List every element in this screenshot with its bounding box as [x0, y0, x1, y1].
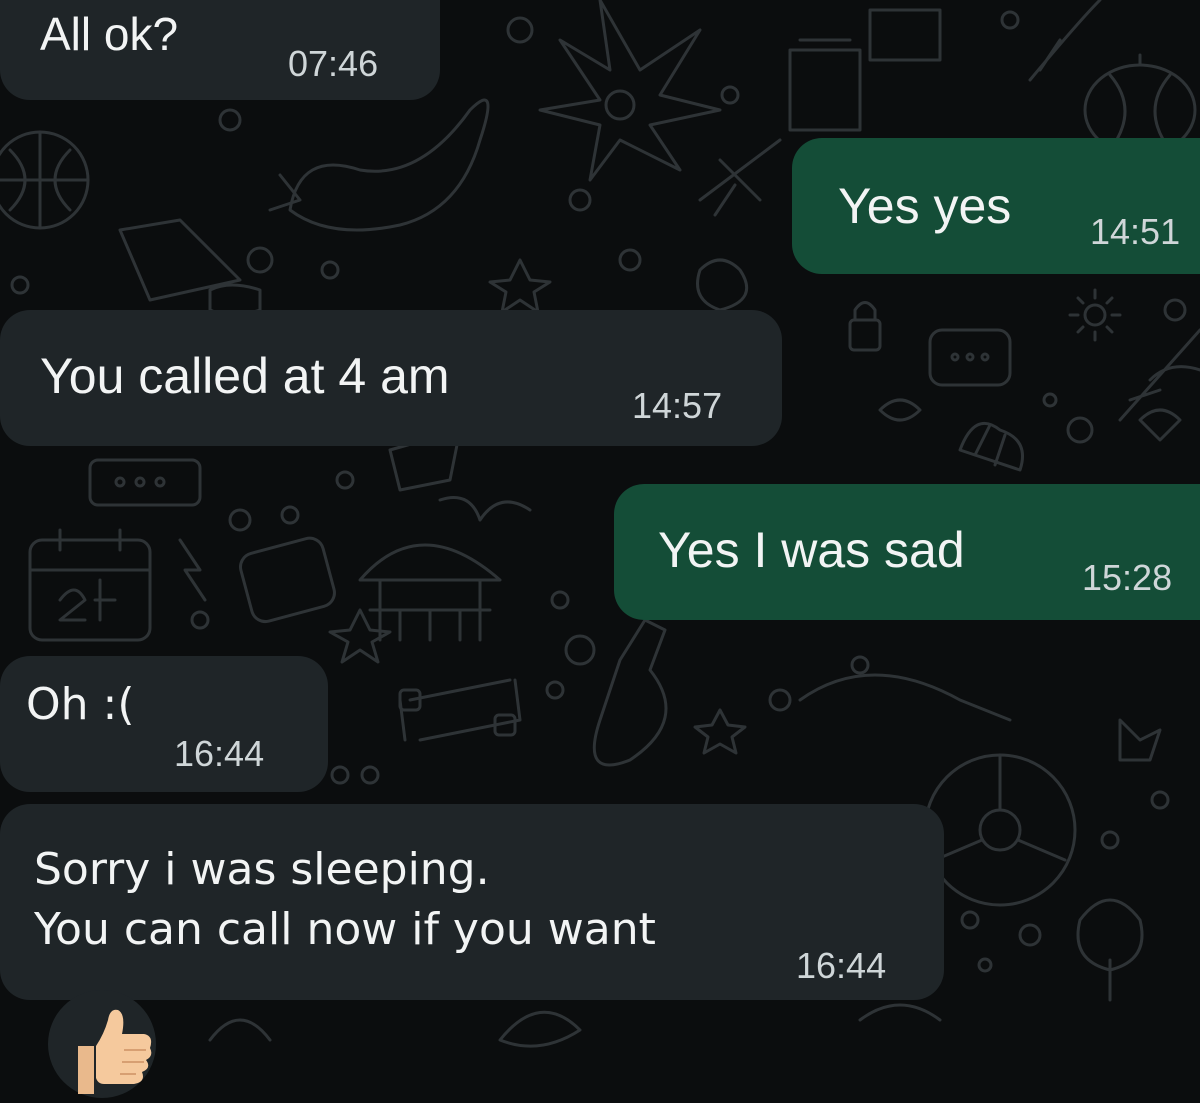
message-timestamp: 16:44 — [174, 733, 265, 774]
message-timestamp: 16:44 — [796, 945, 887, 986]
incoming-message[interactable]: You called at 4 am 14:57 — [0, 310, 782, 446]
message-text: You called at 4 am — [40, 348, 450, 404]
message-timestamp: 14:57 — [632, 385, 723, 426]
outgoing-message[interactable]: Yes I was sad 15:28 — [614, 484, 1200, 620]
message-text: Sorry i was sleeping. You can call now i… — [34, 844, 656, 955]
incoming-message[interactable]: Oh :( 16:44 — [0, 656, 328, 792]
incoming-message[interactable]: All ok? 07:46 — [0, 0, 440, 100]
message-text: Yes yes — [838, 178, 1012, 234]
incoming-message[interactable]: Sorry i was sleeping. You can call now i… — [0, 804, 944, 1000]
thumbs-up-icon — [78, 1009, 152, 1094]
message-timestamp: 15:28 — [1082, 557, 1173, 598]
message-timestamp: 14:51 — [1090, 211, 1181, 252]
message-text: Yes I was sad — [658, 522, 965, 578]
outgoing-message[interactable]: Yes yes 14:51 — [792, 138, 1200, 274]
message-timestamp: 07:46 — [288, 43, 379, 84]
message-text: Oh :( — [26, 679, 135, 730]
message-reaction[interactable] — [48, 990, 156, 1098]
message-text: All ok? — [40, 8, 179, 60]
